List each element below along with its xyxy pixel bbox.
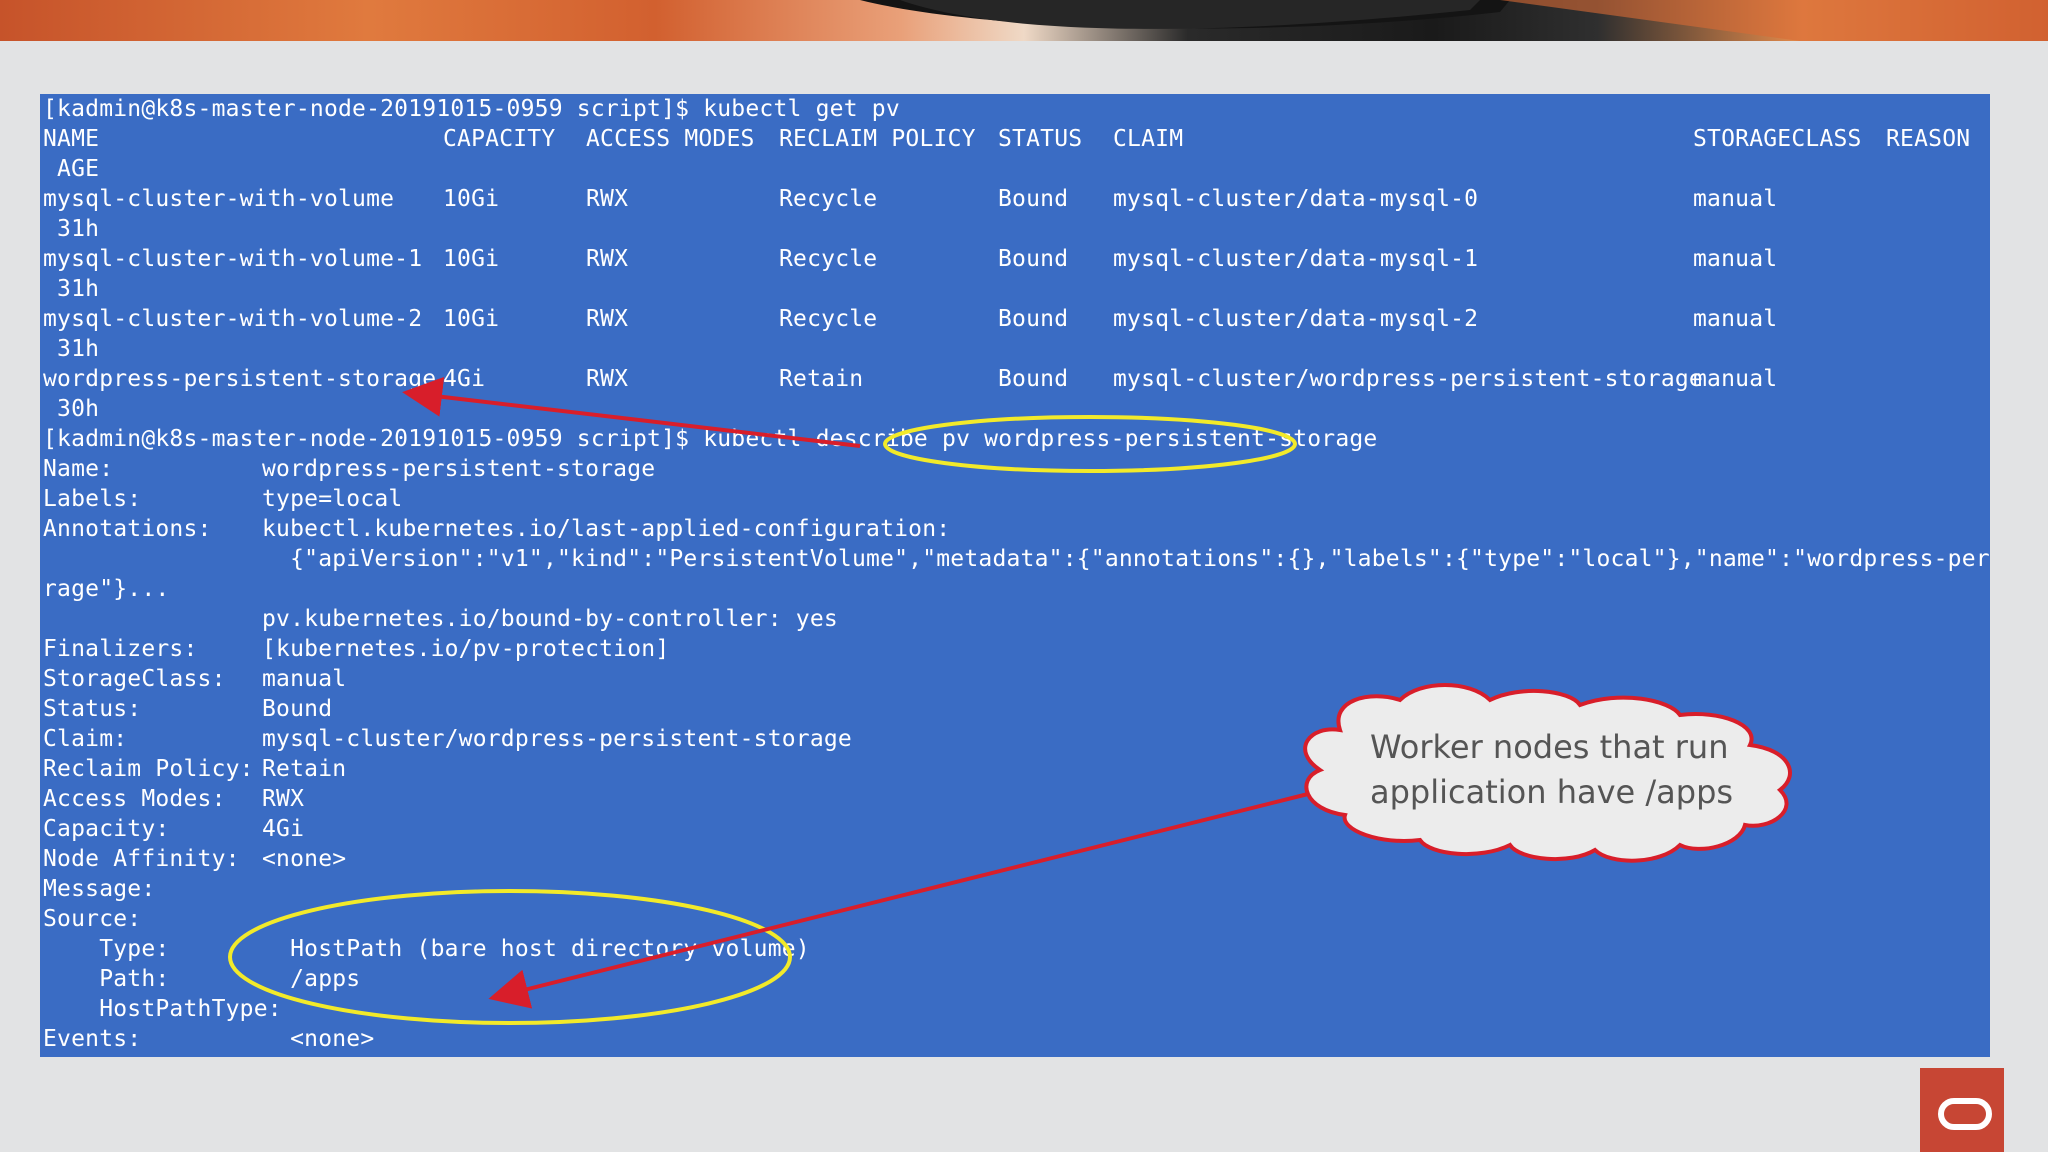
pv-access: RWX bbox=[586, 366, 629, 392]
pv-name: mysql-cluster-with-volume-1 bbox=[43, 246, 423, 272]
describe-value: 4Gi bbox=[262, 816, 305, 842]
pv-claim: mysql-cluster/data-mysql-0 bbox=[1113, 186, 1479, 212]
pv-capacity: 10Gi bbox=[443, 246, 500, 272]
pv-row: wordpress-persistent-storage 4Gi RWX Ret… bbox=[43, 364, 1990, 394]
pv-table-header: NAME CAPACITY ACCESS MODES RECLAIM POLIC… bbox=[43, 124, 1990, 154]
pv-access: RWX bbox=[586, 246, 629, 272]
describe-value: [kubernetes.io/pv-protection] bbox=[262, 636, 670, 662]
pv-status: Bound bbox=[998, 246, 1069, 272]
oracle-logo-icon bbox=[1920, 1068, 2004, 1152]
pv-name: mysql-cluster-with-volume bbox=[43, 186, 395, 212]
describe-key: StorageClass: bbox=[43, 666, 226, 692]
describe-value: <none> bbox=[262, 846, 347, 872]
pv-claim: mysql-cluster/data-mysql-1 bbox=[1113, 246, 1479, 272]
pv-storageclass: manual bbox=[1693, 186, 1778, 212]
describe-value: wordpress-persistent-storage bbox=[262, 456, 656, 482]
pv-name: mysql-cluster-with-volume-2 bbox=[43, 306, 423, 332]
describe-value: Bound bbox=[262, 696, 333, 722]
command-describe-pv: [kadmin@k8s-master-node-20191015-0959 sc… bbox=[43, 426, 1378, 452]
describe-key: Path: bbox=[43, 966, 170, 992]
pv-status: Bound bbox=[998, 306, 1069, 332]
describe-key: HostPathType: bbox=[43, 996, 282, 1022]
header-storageclass: STORAGECLASS bbox=[1693, 126, 1862, 152]
header-access-modes: ACCESS MODES bbox=[586, 126, 755, 152]
pv-status: Bound bbox=[998, 186, 1069, 212]
describe-key: Source: bbox=[43, 906, 142, 932]
pv-age: 31h bbox=[43, 336, 100, 362]
pv-capacity: 10Gi bbox=[443, 306, 500, 332]
pv-storageclass: manual bbox=[1693, 306, 1778, 332]
pv-name: wordpress-persistent-storage bbox=[43, 366, 437, 392]
header-status: STATUS bbox=[998, 126, 1083, 152]
pv-access: RWX bbox=[586, 306, 629, 332]
pv-capacity: 4Gi bbox=[443, 366, 486, 392]
describe-key: Status: bbox=[43, 696, 142, 722]
describe-key: Annotations: bbox=[43, 516, 212, 542]
terminal-window: [kadmin@k8s-master-node-20191015-0959 sc… bbox=[40, 94, 1990, 1057]
pv-row: mysql-cluster-with-volume-1 10Gi RWX Rec… bbox=[43, 244, 1990, 274]
describe-value: manual bbox=[262, 666, 347, 692]
pv-storageclass: manual bbox=[1693, 366, 1778, 392]
describe-key: Events: bbox=[43, 1026, 142, 1052]
pv-status: Bound bbox=[998, 366, 1069, 392]
header-reclaim-policy: RECLAIM POLICY bbox=[779, 126, 976, 152]
describe-key: Reclaim Policy: bbox=[43, 756, 254, 782]
pv-capacity: 10Gi bbox=[443, 186, 500, 212]
describe-key: Type: bbox=[43, 936, 170, 962]
callout-line-1: Worker nodes that run bbox=[1370, 728, 1729, 766]
describe-value: type=local bbox=[262, 486, 403, 512]
pv-reclaim: Recycle bbox=[779, 246, 878, 272]
describe-key: Labels: bbox=[43, 486, 142, 512]
pv-reclaim: Recycle bbox=[779, 306, 878, 332]
header-claim: CLAIM bbox=[1113, 126, 1184, 152]
describe-key: Capacity: bbox=[43, 816, 170, 842]
header-capacity: CAPACITY bbox=[443, 126, 556, 152]
describe-key: Message: bbox=[43, 876, 156, 902]
pv-claim: mysql-cluster/data-mysql-2 bbox=[1113, 306, 1479, 332]
describe-key: Claim: bbox=[43, 726, 128, 752]
decorative-banner bbox=[0, 0, 2048, 41]
callout-text: Worker nodes that run application have /… bbox=[1370, 725, 1770, 815]
describe-value: kubectl.kubernetes.io/last-applied-confi… bbox=[262, 516, 951, 542]
describe-value: {"apiVersion":"v1","kind":"PersistentVol… bbox=[262, 546, 1990, 572]
describe-key: rage"}... bbox=[43, 576, 170, 602]
describe-key: Access Modes: bbox=[43, 786, 226, 812]
pv-row: mysql-cluster-with-volume 10Gi RWX Recyc… bbox=[43, 184, 1990, 214]
header-name: NAME bbox=[43, 126, 100, 152]
describe-value: mysql-cluster/wordpress-persistent-stora… bbox=[262, 726, 852, 752]
callout-line-2: application have /apps bbox=[1370, 773, 1734, 811]
pv-row: mysql-cluster-with-volume-2 10Gi RWX Rec… bbox=[43, 304, 1990, 334]
pv-access: RWX bbox=[586, 186, 629, 212]
describe-key: Node Affinity: bbox=[43, 846, 240, 872]
header-reason: REASON bbox=[1886, 126, 1971, 152]
describe-value: <none> bbox=[262, 1026, 375, 1052]
pv-reclaim: Recycle bbox=[779, 186, 878, 212]
header-age: AGE bbox=[43, 156, 100, 182]
pv-age: 30h bbox=[43, 396, 100, 422]
describe-key: Name: bbox=[43, 456, 114, 482]
banner-artwork bbox=[860, 0, 2048, 41]
oracle-ring-icon bbox=[1938, 1098, 1992, 1130]
describe-value: RWX bbox=[262, 786, 305, 812]
pv-storageclass: manual bbox=[1693, 246, 1778, 272]
pv-claim: mysql-cluster/wordpress-persistent-stora… bbox=[1113, 366, 1703, 392]
pv-age: 31h bbox=[43, 216, 100, 242]
describe-key: Finalizers: bbox=[43, 636, 198, 662]
describe-value: Retain bbox=[262, 756, 347, 782]
pv-reclaim: Retain bbox=[779, 366, 864, 392]
describe-value: /apps bbox=[262, 966, 361, 992]
command-get-pv: [kadmin@k8s-master-node-20191015-0959 sc… bbox=[43, 96, 900, 122]
pv-age: 31h bbox=[43, 276, 100, 302]
describe-value: HostPath (bare host directory volume) bbox=[262, 936, 810, 962]
describe-value: pv.kubernetes.io/bound-by-controller: ye… bbox=[262, 606, 838, 632]
